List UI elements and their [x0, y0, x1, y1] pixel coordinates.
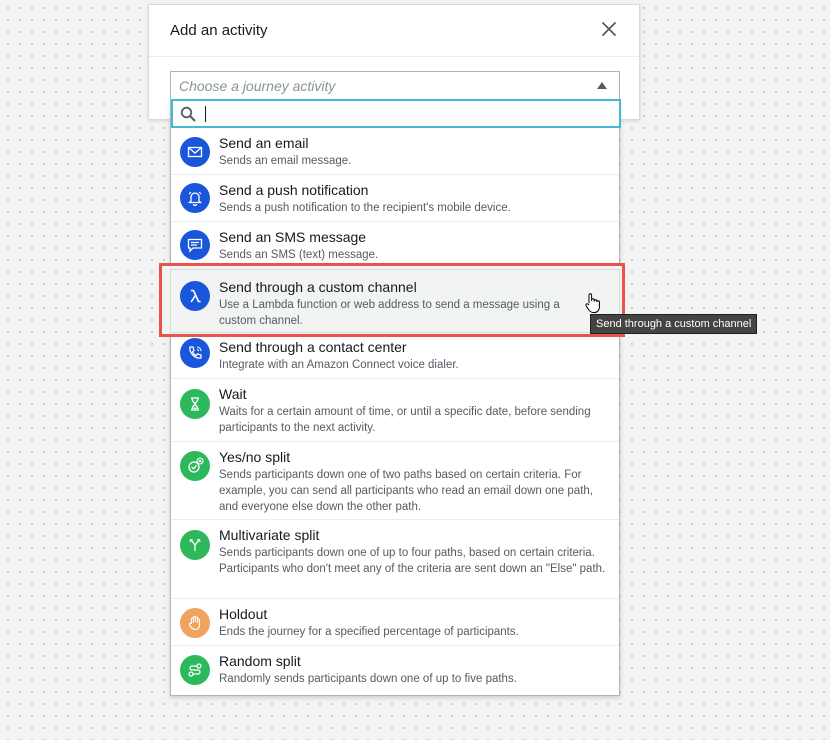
activity-description: Sends participants down one of up to fou… — [219, 547, 606, 575]
highlight-frame: Send through a custom channel Use a Lamb… — [159, 263, 625, 337]
dialog-title: Add an activity — [170, 22, 268, 39]
check-x-icon — [180, 451, 210, 481]
activity-title: Send an email — [219, 135, 309, 151]
activity-title: Send an SMS message — [219, 229, 367, 245]
close-icon[interactable] — [599, 19, 619, 39]
hand-icon — [180, 608, 210, 638]
activity-item-yes-no-split[interactable]: Yes/no split Sends participants down one… — [171, 442, 619, 520]
activity-title: Send through a custom channel — [219, 279, 417, 295]
activity-description: Integrate with an Amazon Connect voice d… — [219, 359, 459, 371]
lambda-icon — [180, 281, 210, 311]
activity-title: Send through a contact center — [219, 339, 407, 355]
hourglass-icon — [180, 389, 210, 419]
activity-item-holdout[interactable]: Holdout Ends the journey for a specified… — [171, 599, 619, 646]
activity-description: Sends an email message. — [219, 155, 352, 167]
envelope-icon — [180, 137, 210, 167]
activity-description: Use a Lambda function or web address to … — [219, 299, 560, 327]
activity-select[interactable]: Choose a journey activity — [170, 71, 620, 99]
activity-title: Yes/no split — [219, 449, 291, 465]
activity-item-send-email[interactable]: Send an email Sends an email message. — [171, 128, 619, 175]
activity-description: Sends an SMS (text) message. — [219, 249, 379, 261]
hand-cursor-icon — [585, 293, 600, 313]
activity-description: Waits for a certain amount of time, or u… — [219, 406, 591, 434]
select-placeholder: Choose a journey activity — [179, 78, 336, 94]
activity-description: Sends participants down one of two paths… — [219, 469, 593, 513]
phone-icon — [180, 338, 210, 368]
dialog-header: Add an activity — [149, 5, 639, 57]
activity-item-sms[interactable]: Send an SMS message Sends an SMS (text) … — [171, 222, 619, 269]
activity-item-multivariate-split[interactable]: Multivariate split Sends participants do… — [171, 520, 619, 599]
bell-icon — [180, 183, 210, 213]
activity-item-push-notification[interactable]: Send a push notification Sends a push no… — [171, 175, 619, 222]
fork-icon — [180, 530, 210, 560]
activity-title: Holdout — [219, 606, 268, 622]
activity-title: Multivariate split — [219, 527, 320, 543]
activity-title: Wait — [219, 386, 247, 402]
activity-title: Send a push notification — [219, 182, 369, 198]
search-icon — [180, 106, 196, 122]
activity-description: Sends a push notification to the recipie… — [219, 202, 511, 214]
search-input[interactable] — [209, 104, 613, 126]
activity-item-contact-center[interactable]: Send through a contact center Integrate … — [171, 332, 619, 379]
text-cursor — [205, 106, 206, 122]
activity-item-wait[interactable]: Wait Waits for a certain amount of time,… — [171, 379, 619, 442]
activity-item-custom-channel[interactable]: Send through a custom channel Use a Lamb… — [170, 269, 620, 333]
activity-description: Ends the journey for a specified percent… — [219, 626, 519, 638]
activity-dropdown: Send an email Sends an email message. Se… — [170, 99, 621, 696]
activity-description: Randomly sends participants down one of … — [219, 673, 517, 685]
caret-up-icon — [597, 82, 607, 89]
chat-icon — [180, 230, 210, 260]
activity-title: Random split — [219, 653, 301, 669]
search-box[interactable] — [171, 99, 621, 128]
activity-item-random-split[interactable]: Random split Randomly sends participants… — [171, 646, 619, 694]
random-path-icon — [180, 655, 210, 685]
tooltip: Send through a custom channel — [590, 314, 758, 334]
